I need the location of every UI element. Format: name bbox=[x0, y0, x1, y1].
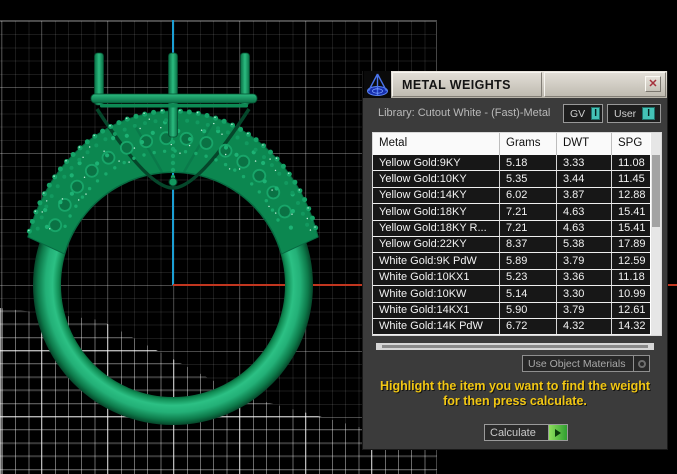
table-horizontal-scrollbar[interactable] bbox=[376, 343, 654, 350]
table-cell: 3.79 bbox=[557, 302, 612, 318]
table-cell: White Gold:14KX1 bbox=[373, 302, 500, 318]
metal-table: Metal Grams DWT SPG Yellow Gold:9KY 5.18 3.33… bbox=[372, 132, 662, 336]
instruction-text: Highlight the item you want to find the … bbox=[363, 379, 667, 409]
gallery-rail-lower bbox=[100, 104, 248, 108]
table-cell: 5.38 bbox=[557, 236, 612, 253]
calculate-arrow-icon bbox=[548, 425, 567, 440]
metal-weights-dialog: METAL WEIGHTS ✕ Library: Cutout White - … bbox=[362, 71, 668, 450]
table-cell: 6.02 bbox=[500, 187, 557, 204]
table-cell: 3.30 bbox=[557, 286, 612, 302]
library-row: Library: Cutout White - (Fast)-Metal GV … bbox=[363, 103, 667, 125]
table-cell: 7.21 bbox=[500, 220, 557, 236]
table-cell: White Gold:10KX1 bbox=[373, 269, 500, 286]
titlebar-panel: METAL WEIGHTS bbox=[391, 71, 667, 98]
instruction-line-2: for then press calculate. bbox=[443, 394, 587, 408]
table-cell: 5.14 bbox=[500, 286, 557, 302]
table-row[interactable]: White Gold:14K PdW 6.72 4.32 14.32 bbox=[373, 318, 661, 335]
column-header[interactable]: Metal bbox=[373, 133, 500, 155]
table-row[interactable]: Yellow Gold:22KY 8.37 5.38 17.89 bbox=[373, 236, 661, 254]
table-cell: 4.63 bbox=[557, 204, 612, 220]
ring-model[interactable] bbox=[0, 0, 360, 474]
table-cell: 3.79 bbox=[557, 253, 612, 269]
metal-weights-icon bbox=[364, 71, 391, 98]
user-indicator-icon: I bbox=[642, 107, 656, 120]
table-cell: 5.90 bbox=[500, 302, 557, 318]
table-vertical-scrollbar[interactable] bbox=[650, 133, 661, 335]
table-cell: 4.32 bbox=[557, 318, 612, 335]
dialog-titlebar[interactable]: METAL WEIGHTS ✕ bbox=[363, 71, 667, 98]
table-cell: 3.33 bbox=[557, 155, 612, 171]
table-cell: Yellow Gold:18KY R... bbox=[373, 220, 500, 236]
gv-indicator-icon: I bbox=[591, 107, 600, 120]
table-cell: Yellow Gold:9KY bbox=[373, 155, 500, 171]
metal-table-body: Yellow Gold:9KY 5.18 3.33 11.08 Yellow Gold:… bbox=[373, 155, 661, 335]
table-cell: Yellow Gold:18KY bbox=[373, 204, 500, 220]
library-label: Library: Cutout White - (Fast)-Metal bbox=[378, 107, 551, 119]
table-row[interactable]: Yellow Gold:10KY 5.35 3.44 11.45 bbox=[373, 171, 661, 188]
user-button[interactable]: User I bbox=[607, 104, 661, 123]
table-cell: 3.36 bbox=[557, 269, 612, 286]
vertical-scrollbar-thumb[interactable] bbox=[652, 155, 660, 227]
table-cell: Yellow Gold:22KY bbox=[373, 236, 500, 253]
table-row[interactable]: Yellow Gold:9KY 5.18 3.33 11.08 bbox=[373, 155, 661, 172]
materials-dropdown[interactable]: Use Object Materials bbox=[522, 355, 650, 372]
table-cell: 5.18 bbox=[500, 155, 557, 171]
table-cell: White Gold:14K PdW bbox=[373, 318, 500, 335]
table-cell: 4.63 bbox=[557, 220, 612, 236]
dialog-title: METAL WEIGHTS bbox=[402, 77, 511, 92]
table-cell: White Gold:10KW bbox=[373, 286, 500, 302]
table-cell: 7.21 bbox=[500, 204, 557, 220]
table-cell: Yellow Gold:10KY bbox=[373, 171, 500, 187]
table-row[interactable]: White Gold:10KX1 5.23 3.36 11.18 bbox=[373, 269, 661, 287]
close-button[interactable]: ✕ bbox=[645, 76, 661, 92]
table-row[interactable]: White Gold:9K PdW 5.89 3.79 12.59 bbox=[373, 253, 661, 270]
table-cell: 5.89 bbox=[500, 253, 557, 269]
table-row[interactable]: White Gold:10KW 5.14 3.30 10.99 bbox=[373, 286, 661, 303]
gv-button[interactable]: GV I bbox=[563, 104, 603, 123]
table-cell: White Gold:9K PdW bbox=[373, 253, 500, 269]
titlebar-segment: METAL WEIGHTS bbox=[392, 72, 542, 97]
materials-dropdown-value: Use Object Materials bbox=[528, 357, 626, 370]
viewport[interactable]: METAL WEIGHTS ✕ Library: Cutout White - … bbox=[0, 0, 677, 474]
table-row[interactable]: White Gold:14KX1 5.90 3.79 12.61 bbox=[373, 302, 661, 319]
metal-table-header: Metal Grams DWT SPG bbox=[373, 133, 661, 155]
horizontal-scrollbar-thumb[interactable] bbox=[382, 345, 648, 348]
user-button-label: User bbox=[614, 107, 637, 120]
table-cell: 5.35 bbox=[500, 171, 557, 187]
table-row[interactable]: Yellow Gold:18KY 7.21 4.63 15.41 bbox=[373, 204, 661, 221]
column-header[interactable]: DWT bbox=[557, 133, 612, 155]
calculate-button-label: Calculate bbox=[490, 426, 536, 439]
column-header[interactable]: Grams bbox=[500, 133, 557, 155]
table-cell: 6.72 bbox=[500, 318, 557, 335]
dropdown-circle-icon bbox=[633, 356, 649, 371]
table-cell: 8.37 bbox=[500, 236, 557, 253]
calculate-button[interactable]: Calculate bbox=[484, 424, 568, 441]
close-icon: ✕ bbox=[648, 78, 658, 90]
instruction-line-1: Highlight the item you want to find the … bbox=[379, 379, 651, 393]
gallery-rail bbox=[90, 93, 258, 104]
table-row[interactable]: Yellow Gold:18KY R... 7.21 4.63 15.41 bbox=[373, 220, 661, 237]
table-cell: 3.87 bbox=[557, 187, 612, 204]
table-cell: 3.44 bbox=[557, 171, 612, 187]
gv-button-label: GV bbox=[570, 107, 586, 120]
table-cell: Yellow Gold:14KY bbox=[373, 187, 500, 204]
table-cell: 5.23 bbox=[500, 269, 557, 286]
table-row[interactable]: Yellow Gold:14KY 6.02 3.87 12.88 bbox=[373, 187, 661, 205]
